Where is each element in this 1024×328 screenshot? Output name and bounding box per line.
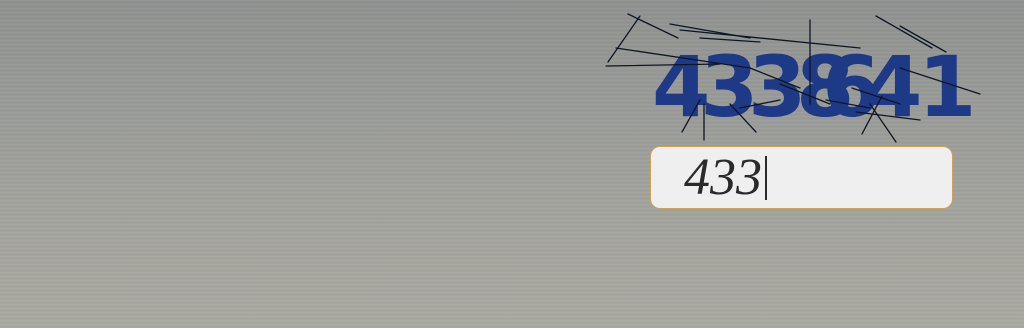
captcha-answer-value: 433 (684, 148, 762, 206)
captcha-digit-6: 4 (864, 38, 922, 136)
text-cursor (765, 155, 767, 200)
captcha-digit-7: 1 (918, 38, 976, 136)
captcha-answer-input[interactable]: 433 (650, 146, 953, 209)
captcha-image: 4 3 3 8 6 4 1 (600, 8, 1000, 148)
captcha-canvas: 4 3 3 8 6 4 1 (605, 13, 981, 143)
